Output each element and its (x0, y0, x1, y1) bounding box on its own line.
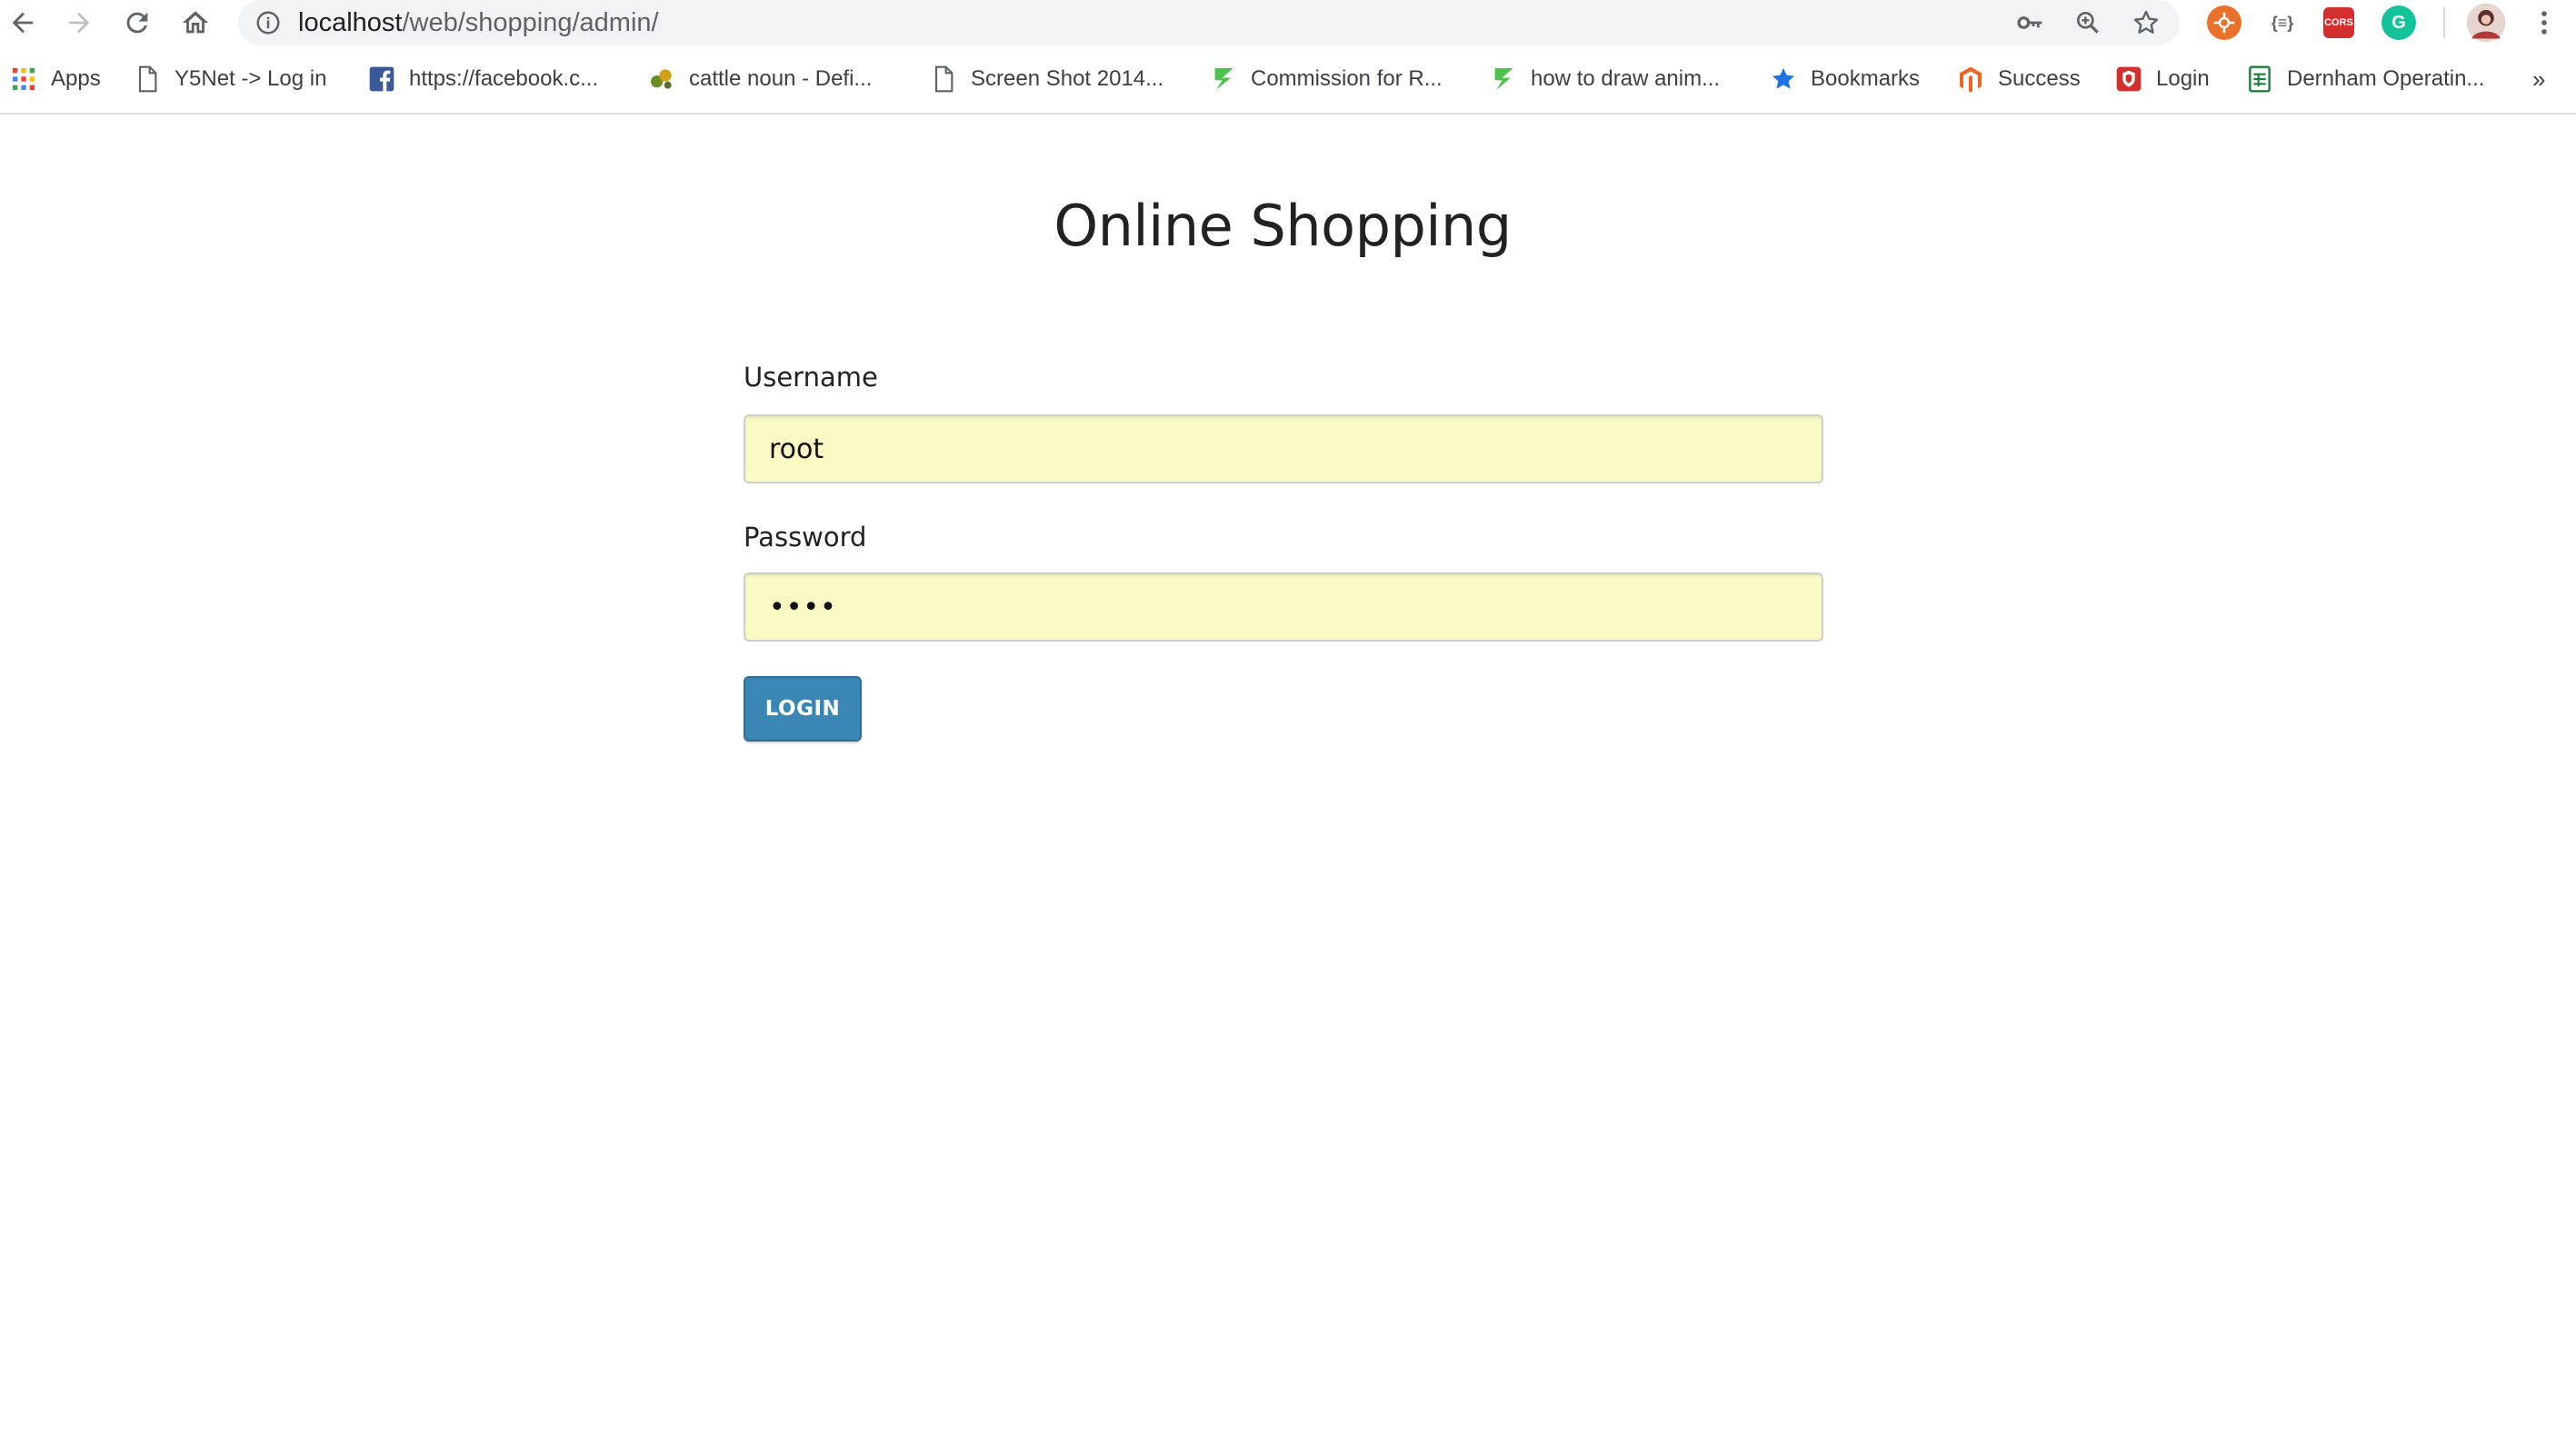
bookmark-label: Success (1998, 66, 2081, 91)
dictionary-icon (647, 65, 676, 94)
bookmark-label: Y5Net -> Log in (175, 66, 327, 91)
bookmark-label: how to draw anim... (1531, 66, 1721, 91)
password-label: Password (744, 522, 867, 553)
bookmark-success[interactable]: Success (1956, 53, 2081, 105)
bookmark-y5net[interactable]: Y5Net -> Log in (133, 53, 326, 105)
login-button[interactable]: LOGIN (744, 676, 862, 742)
bookmark-label: Bookmarks (1811, 66, 1921, 91)
magento-icon (1956, 65, 1985, 94)
grammarly-extension-icon[interactable]: G (2381, 5, 2416, 40)
facebook-icon (367, 65, 396, 94)
bookmark-label: https://facebook.c... (409, 66, 599, 91)
zoom-icon[interactable] (2069, 4, 2107, 42)
bookmark-apps[interactable]: Apps (9, 53, 101, 105)
browser-toolbar: localhost/web/shopping/admin/ {≡} CORS G (0, 0, 2576, 45)
page-title: Online Shopping (1053, 193, 1512, 259)
url-path: /web/shopping/admin/ (402, 8, 659, 37)
green-z-icon (1209, 65, 1238, 94)
page-icon (929, 65, 958, 94)
bookmark-commission[interactable]: Commission for R... (1209, 53, 1443, 105)
orange-extension-icon[interactable] (2207, 5, 2242, 40)
star-icon[interactable] (2127, 4, 2165, 42)
kebab-menu-icon[interactable] (2521, 0, 2567, 45)
avatar[interactable] (2467, 4, 2505, 42)
bookmark-label: Login (2156, 66, 2210, 91)
bookmark-label: Commission for R... (1251, 66, 1443, 91)
key-icon[interactable] (2011, 4, 2049, 42)
back-arrow-icon[interactable] (0, 0, 45, 45)
green-z-icon (1489, 65, 1518, 94)
reload-icon[interactable] (115, 0, 160, 45)
bookmarks-overflow[interactable]: » (2532, 53, 2545, 105)
star-icon (1769, 65, 1798, 94)
shield-icon (2114, 65, 2143, 94)
password-input[interactable] (744, 573, 1823, 642)
bookmark-how-to-draw[interactable]: how to draw anim... (1489, 53, 1720, 105)
bookmark-screenshot[interactable]: Screen Shot 2014... (929, 53, 1163, 105)
chrome-divider (0, 113, 2576, 115)
apps-grid-icon (9, 65, 38, 94)
username-label: Username (744, 362, 878, 393)
bookmark-label: Apps (51, 66, 101, 91)
bookmark-label: cattle noun - Defi... (689, 66, 873, 91)
address-bar[interactable]: localhost/web/shopping/admin/ (238, 0, 2180, 45)
bookmark-login[interactable]: Login (2114, 53, 2210, 105)
bookmarks-bar: Apps Y5Net -> Log in https://facebook.c.… (0, 53, 2576, 105)
forward-arrow-icon[interactable] (56, 0, 102, 45)
bookmark-facebook[interactable]: https://facebook.c... (367, 53, 598, 105)
username-input[interactable] (744, 414, 1823, 483)
bookmark-bookmarks[interactable]: Bookmarks (1769, 53, 1920, 105)
url-text[interactable]: localhost/web/shopping/admin/ (298, 0, 659, 45)
cors-extension-icon[interactable]: CORS (2323, 7, 2354, 38)
page-icon (133, 65, 162, 94)
home-icon[interactable] (173, 0, 218, 45)
bookmark-label: Screen Shot 2014... (971, 66, 1164, 91)
info-icon[interactable] (253, 7, 284, 38)
url-host: localhost (298, 8, 403, 37)
json-extension-icon[interactable]: {≡} (2265, 5, 2300, 40)
toolbar-divider (2443, 7, 2445, 38)
bookmark-dernham[interactable]: Dernham Operatin... (2245, 53, 2484, 105)
sheets-icon (2245, 65, 2274, 94)
bookmark-label: Dernham Operatin... (2287, 66, 2485, 91)
bookmark-cattle[interactable]: cattle noun - Defi... (647, 53, 872, 105)
